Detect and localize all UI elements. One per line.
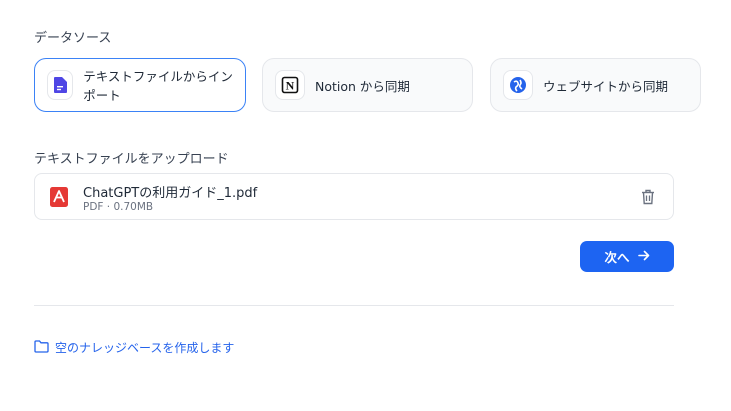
source-option-label: ウェブサイトから同期 <box>543 78 669 94</box>
svg-text:N: N <box>286 79 295 93</box>
arrow-right-icon <box>637 249 650 264</box>
next-button[interactable]: 次へ <box>580 241 674 272</box>
source-option-text-file[interactable]: テキストファイルからインポート <box>34 58 246 112</box>
document-icon <box>47 70 74 100</box>
data-source-heading: データソース <box>34 31 112 46</box>
create-empty-knowledge-base-link[interactable]: 空のナレッジベースを作成します <box>34 339 234 356</box>
website-icon <box>503 70 533 100</box>
file-meta: PDF · 0.70MB <box>83 201 154 213</box>
notion-icon: N <box>275 70 305 100</box>
pdf-icon <box>50 187 68 211</box>
next-button-label: 次へ <box>604 250 630 265</box>
folder-icon <box>34 339 49 356</box>
create-empty-label: 空のナレッジベースを作成します <box>55 341 235 355</box>
uploaded-file-item: ChatGPTの利用ガイド_1.pdf PDF · 0.70MB <box>34 173 674 220</box>
trash-icon[interactable] <box>641 189 655 209</box>
upload-heading: テキストファイルをアップロード <box>34 152 229 167</box>
source-option-website[interactable]: ウェブサイトから同期 <box>490 58 701 112</box>
source-option-label: Notion から同期 <box>315 78 410 94</box>
source-option-label: テキストファイルからインポート <box>83 69 233 103</box>
file-name: ChatGPTの利用ガイド_1.pdf <box>83 186 258 201</box>
source-option-notion[interactable]: N Notion から同期 <box>262 58 473 112</box>
divider <box>34 305 674 306</box>
